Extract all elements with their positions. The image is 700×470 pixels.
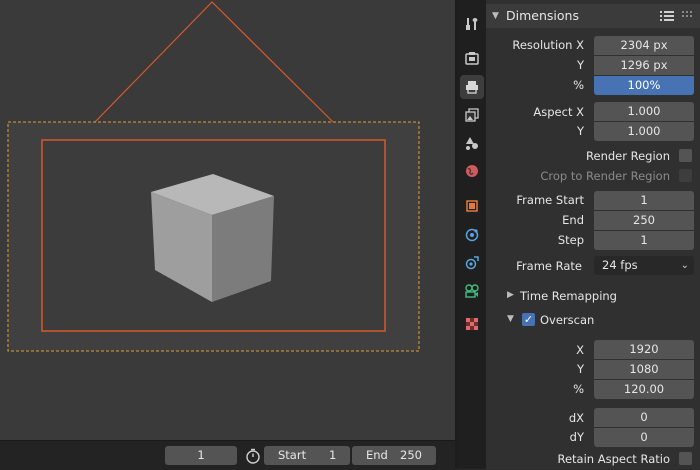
frame-start-field[interactable]: 1 <box>594 191 694 210</box>
overscan-y-field[interactable]: 1080 <box>594 360 694 379</box>
tool-tab[interactable] <box>460 12 484 36</box>
overscan-percent-label: % <box>573 382 584 396</box>
camera-direction-triangle <box>94 1 334 123</box>
properties-editor: ▼ Dimensions Resolution X 2304 px Y 1296… <box>486 0 700 469</box>
resolution-percent-label: % <box>573 78 584 92</box>
retain-aspect-label: Retain Aspect Ratio <box>557 452 671 466</box>
printer-icon <box>466 81 478 94</box>
collapse-arrow-icon: ▼ <box>507 314 514 324</box>
overscan-checkbox[interactable]: ✓ <box>522 313 535 326</box>
world-tab[interactable] <box>460 159 484 183</box>
image-stack-icon <box>465 108 479 122</box>
resolution-y-field[interactable]: 1296 px <box>594 56 694 75</box>
resolution-y-label: Y <box>576 58 584 72</box>
start-value: 1 <box>329 448 337 462</box>
render-region-label: Render Region <box>586 149 670 163</box>
frame-rate-select[interactable]: 24 fps ⌄ <box>594 256 694 275</box>
presets-list-icon[interactable] <box>660 9 674 23</box>
physics-icon <box>465 228 479 242</box>
crop-render-region-checkbox[interactable] <box>679 169 692 182</box>
aspect-y-field[interactable]: 1.000 <box>594 122 694 141</box>
aspect-x-field[interactable]: 1.000 <box>594 102 694 121</box>
constraint-icon <box>465 256 479 270</box>
overscan-x-label: X <box>576 343 584 357</box>
scene-tab[interactable] <box>460 131 484 155</box>
texture-tab[interactable] <box>460 312 484 336</box>
scene-icon <box>466 137 478 150</box>
frame-rate-value: 24 fps <box>602 258 638 272</box>
frame-rate-label: Frame Rate <box>516 259 582 273</box>
dx-field[interactable]: 0 <box>594 408 694 427</box>
end-label: End <box>366 448 388 462</box>
aspect-x-label: Aspect X <box>533 105 584 119</box>
camera-view-overlay <box>7 1 420 352</box>
dy-label: dY <box>569 430 584 444</box>
resolution-x-field[interactable]: 2304 px <box>594 36 694 55</box>
frame-step-field[interactable]: 1 <box>594 231 694 250</box>
stopwatch-icon[interactable] <box>244 447 262 465</box>
end-frame-field[interactable]: End 250 <box>352 446 436 465</box>
modifier-tab[interactable] <box>460 223 484 247</box>
camera-viewport[interactable] <box>0 0 455 440</box>
checker-icon <box>466 318 478 330</box>
collapse-arrow-icon[interactable]: ▼ <box>492 4 499 28</box>
tool-icon <box>466 18 478 30</box>
data-tab[interactable] <box>460 279 484 303</box>
crop-render-region-label: Crop to Render Region <box>540 169 670 183</box>
frame-end-field[interactable]: 250 <box>594 211 694 230</box>
render-region-checkbox[interactable] <box>679 149 692 162</box>
start-frame-field[interactable]: Start 1 <box>264 446 350 465</box>
dimensions-panel-header[interactable]: ▼ Dimensions <box>486 4 700 28</box>
frame-start-label: Frame Start <box>516 193 584 207</box>
resolution-x-label: Resolution X <box>512 38 584 52</box>
frame-end-label: End <box>562 213 584 227</box>
overscan-x-field[interactable]: 1920 <box>594 340 694 359</box>
overscan-subpanel[interactable]: ▼ ✓ Overscan <box>486 310 700 330</box>
aspect-y-label: Y <box>576 124 584 138</box>
retain-aspect-checkbox[interactable] <box>679 452 692 465</box>
current-frame-field[interactable]: 1 <box>165 446 237 465</box>
chevron-down-icon: ⌄ <box>680 260 689 271</box>
camera-data-icon <box>465 284 479 298</box>
view-layer-tab[interactable] <box>460 103 484 127</box>
render-tab[interactable] <box>460 46 484 70</box>
overscan-label: Overscan <box>540 313 595 327</box>
world-icon <box>466 165 478 177</box>
object-icon <box>466 200 478 212</box>
dx-label: dX <box>568 411 584 425</box>
properties-tab-bar <box>458 0 486 469</box>
end-value: 250 <box>400 448 422 462</box>
particles-tab[interactable] <box>460 251 484 275</box>
expand-arrow-icon: ▶ <box>507 290 514 300</box>
overscan-percent-field[interactable]: 120.00 <box>594 380 694 399</box>
object-tab[interactable] <box>460 194 484 218</box>
time-remapping-subpanel[interactable]: ▶ Time Remapping <box>486 286 700 306</box>
resolution-percent-slider[interactable]: 100% <box>594 76 694 95</box>
time-remapping-label: Time Remapping <box>520 289 617 303</box>
drag-handle-icon[interactable] <box>682 11 694 21</box>
timeline-bar: 1 Start 1 End 250 <box>0 440 455 470</box>
dy-field[interactable]: 0 <box>594 428 694 447</box>
output-tab[interactable] <box>460 75 484 99</box>
overscan-y-label: Y <box>576 362 584 376</box>
camera-back-icon <box>465 52 479 65</box>
panel-title: Dimensions <box>506 8 579 23</box>
frame-step-label: Step <box>557 233 584 247</box>
start-label: Start <box>278 448 307 462</box>
